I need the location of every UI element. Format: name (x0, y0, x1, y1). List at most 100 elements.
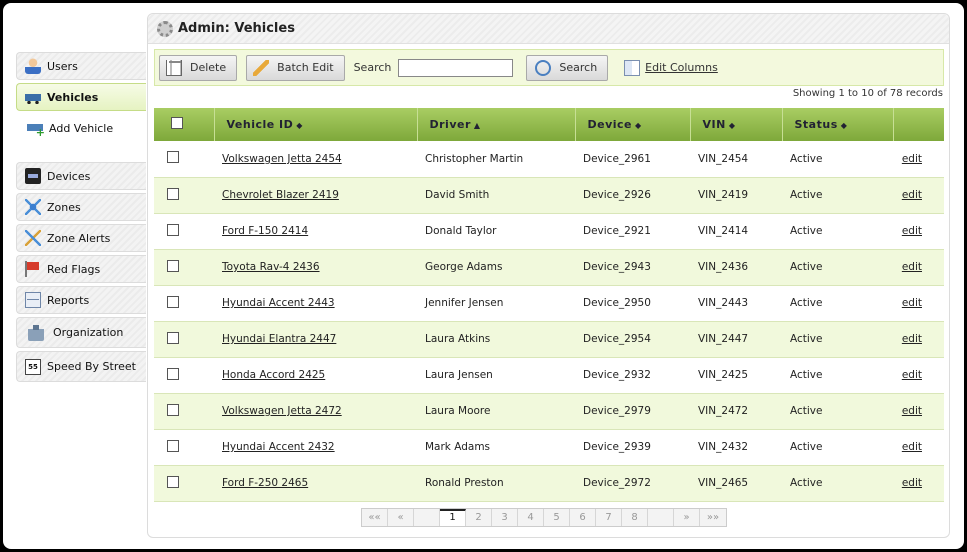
page-7-button[interactable]: 7 (596, 509, 622, 526)
row-select-cell (154, 321, 214, 358)
edit-link[interactable]: edit (902, 189, 922, 201)
vehicle-link[interactable]: Hyundai Elantra 2447 (222, 333, 336, 345)
search-button-label: Search (559, 61, 598, 74)
row-checkbox[interactable] (167, 151, 179, 164)
search-button[interactable]: Search (526, 54, 609, 81)
edit-link[interactable]: edit (902, 333, 922, 345)
vehicle-link[interactable]: Ford F-250 2465 (222, 477, 308, 489)
organization-icon (28, 324, 44, 341)
page-8-button[interactable]: 8 (622, 509, 648, 526)
sidebar-item-vehicles[interactable]: Vehicles (16, 83, 146, 111)
edit-columns-link[interactable]: Edit Columns (624, 59, 718, 76)
device-cell: Device_2943 (575, 249, 690, 286)
page-4-button[interactable]: 4 (518, 509, 544, 526)
edit-link[interactable]: edit (902, 441, 922, 453)
status-cell: Active (782, 141, 893, 178)
batch-edit-button-label: Batch Edit (277, 61, 334, 74)
sidebar-item-speed-by-street[interactable]: 55 Speed By Street (16, 351, 146, 382)
row-checkbox[interactable] (167, 259, 179, 272)
row-checkbox[interactable] (167, 403, 179, 416)
sidebar-item-zones[interactable]: Zones (16, 193, 146, 221)
sidebar-item-red-flags[interactable]: Red Flags (16, 255, 146, 283)
action-cell: edit (893, 465, 944, 502)
vin-cell: VIN_2419 (690, 177, 782, 214)
row-checkbox[interactable] (167, 367, 179, 380)
vehicle-link[interactable]: Hyundai Accent 2443 (222, 297, 335, 309)
record-count: Showing 1 to 10 of 78 records (792, 88, 943, 99)
select-all-checkbox[interactable] (171, 117, 183, 129)
vehicle-link[interactable]: Ford F-150 2414 (222, 225, 308, 237)
edit-link[interactable]: edit (902, 369, 922, 381)
table-row: Honda Accord 2425 Laura Jensen Device_2932… (154, 357, 944, 394)
column-header-driver[interactable]: Driver ▲ (417, 108, 576, 141)
column-header-label: Device (587, 118, 633, 131)
vehicle-link[interactable]: Toyota Rav-4 2436 (222, 261, 320, 273)
next-page-button[interactable]: » (674, 509, 700, 526)
vehicle-link[interactable]: Chevrolet Blazer 2419 (222, 189, 339, 201)
vehicle-link[interactable]: Volkswagen Jetta 2472 (222, 405, 342, 417)
vehicle-link[interactable]: Honda Accord 2425 (222, 369, 325, 381)
delete-button[interactable]: Delete (159, 54, 238, 81)
column-header-vin[interactable]: VIN ◆ (690, 108, 783, 141)
sidebar-item-organization[interactable]: Organization (16, 317, 146, 348)
edit-link[interactable]: edit (902, 405, 922, 417)
column-header-vehicle-id[interactable]: Vehicle ID ◆ (214, 108, 418, 141)
page-6-button[interactable]: 6 (570, 509, 596, 526)
trash-icon (166, 59, 182, 76)
column-header-label: Driver (429, 118, 471, 131)
batch-edit-button[interactable]: Batch Edit (246, 54, 345, 81)
row-checkbox[interactable] (167, 475, 179, 488)
sort-icon: ◆ (728, 121, 736, 130)
sidebar-item-devices[interactable]: Devices (16, 162, 146, 190)
last-page-button[interactable]: »» (700, 509, 726, 526)
select-all-header (154, 108, 215, 141)
row-checkbox[interactable] (167, 187, 179, 200)
vehicle-link[interactable]: Hyundai Accent 2432 (222, 441, 335, 453)
driver-cell: Laura Jensen (417, 357, 575, 394)
status-cell: Active (782, 249, 893, 286)
search-input[interactable] (398, 58, 514, 77)
action-cell: edit (893, 321, 944, 358)
sidebar-item-reports[interactable]: Reports (16, 286, 146, 314)
edit-link[interactable]: edit (902, 261, 922, 273)
page-2-button[interactable]: 2 (466, 509, 492, 526)
edit-link[interactable]: edit (902, 297, 922, 309)
vin-cell: VIN_2425 (690, 357, 782, 394)
action-cell: edit (893, 429, 944, 466)
vin-cell: VIN_2443 (690, 285, 782, 322)
edit-link[interactable]: edit (902, 225, 922, 237)
page-title: Admin: Vehicles (178, 21, 295, 36)
row-select-cell (154, 357, 214, 394)
row-checkbox[interactable] (167, 223, 179, 236)
prev-page-button[interactable]: « (388, 509, 414, 526)
row-checkbox[interactable] (167, 295, 179, 308)
page-3-button[interactable]: 3 (492, 509, 518, 526)
vin-cell: VIN_2472 (690, 393, 782, 430)
sort-icon: ◆ (296, 121, 303, 130)
device-cell: Device_2954 (575, 321, 690, 358)
row-select-cell (154, 177, 214, 214)
sidebar-item-add-vehicle[interactable]: Add Vehicle (16, 114, 146, 142)
sidebar-item-users[interactable]: Users (16, 52, 146, 80)
driver-cell: Laura Moore (417, 393, 575, 430)
edit-link[interactable]: edit (902, 153, 922, 165)
row-select-cell (154, 213, 214, 250)
first-page-button[interactable]: «« (362, 509, 388, 526)
vehicle-link[interactable]: Volkswagen Jetta 2454 (222, 153, 342, 165)
vin-cell: VIN_2432 (690, 429, 782, 466)
car-icon (25, 89, 41, 105)
column-header-device[interactable]: Device ◆ (575, 108, 691, 141)
row-checkbox[interactable] (167, 439, 179, 452)
row-checkbox[interactable] (167, 331, 179, 344)
page-1-button[interactable]: 1 (440, 509, 466, 526)
page-5-button[interactable]: 5 (544, 509, 570, 526)
table-row: Hyundai Accent 2443 Jennifer Jensen Device… (154, 285, 944, 322)
table-row: Chevrolet Blazer 2419 David Smith Device_2… (154, 177, 944, 214)
column-header-status[interactable]: Status ◆ (782, 108, 894, 141)
edit-link[interactable]: edit (902, 477, 922, 489)
pagination: «« « 1 2 3 4 5 6 7 8 » »» (361, 508, 727, 527)
sidebar-item-zone-alerts[interactable]: Zone Alerts (16, 224, 146, 252)
table-row: Hyundai Elantra 2447 Laura Atkins Device_2… (154, 321, 944, 358)
pencil-icon (253, 59, 270, 76)
row-select-cell (154, 249, 214, 286)
